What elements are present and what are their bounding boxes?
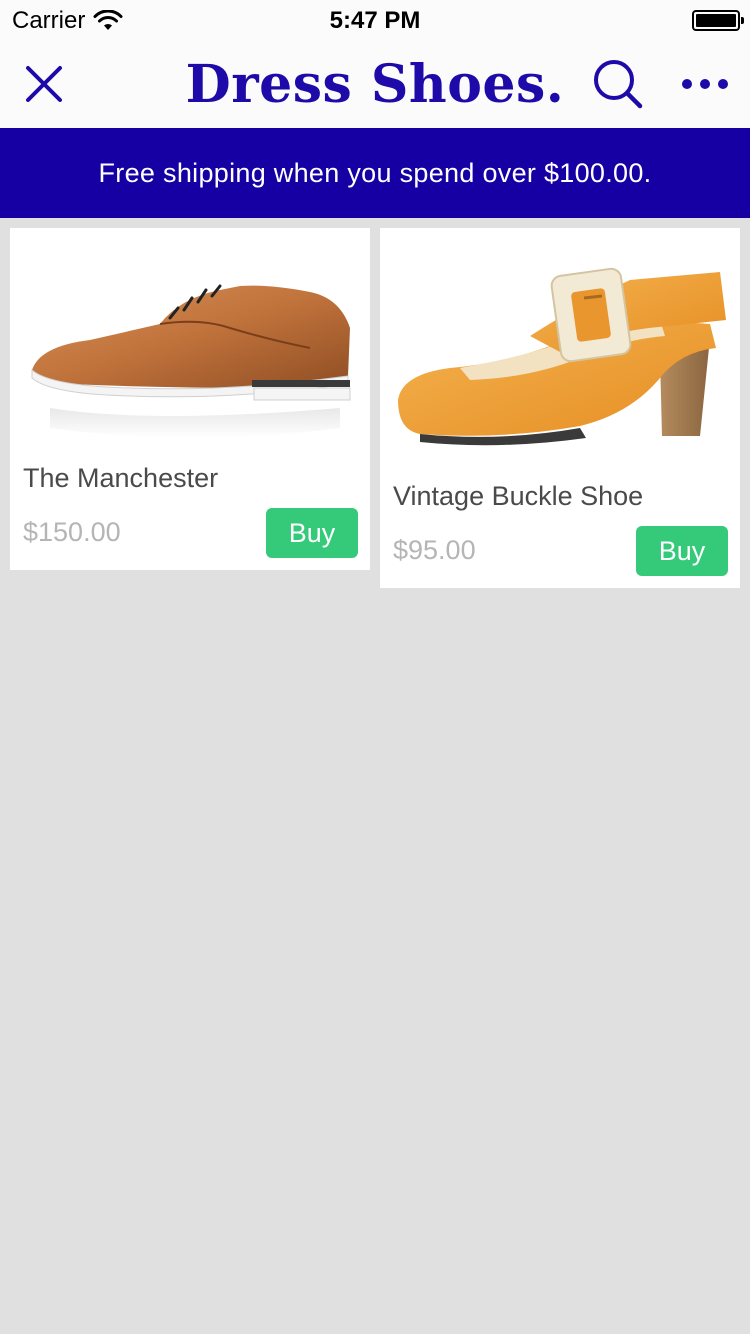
product-image-oxford-shoe[interactable] xyxy=(10,228,370,458)
search-icon[interactable] xyxy=(590,56,646,112)
product-card[interactable]: Vintage Buckle Shoe $95.00 Buy xyxy=(380,228,740,588)
product-card[interactable]: The Manchester $150.00 Buy xyxy=(10,228,370,570)
product-name[interactable]: The Manchester xyxy=(23,463,218,494)
banner-text: Free shipping when you spend over $100.0… xyxy=(98,157,652,188)
more-icon[interactable] xyxy=(680,70,730,98)
free-shipping-banner: Free shipping when you spend over $100.0… xyxy=(0,128,750,218)
product-price: $95.00 xyxy=(393,535,476,565)
buy-button[interactable]: Buy xyxy=(266,508,358,558)
product-image-buckle-shoe[interactable] xyxy=(380,228,740,478)
status-time: 5:47 PM xyxy=(329,7,421,34)
battery-level xyxy=(696,14,736,27)
buy-button[interactable]: Buy xyxy=(636,526,728,576)
battery-tip xyxy=(741,17,744,24)
product-price: $150.00 xyxy=(23,517,121,547)
status-bar: Carrier 5:47 PM xyxy=(0,0,750,40)
navigation-bar: Dress Shoes. xyxy=(0,40,750,128)
product-name[interactable]: Vintage Buckle Shoe xyxy=(393,481,643,512)
battery-icon xyxy=(692,10,744,31)
